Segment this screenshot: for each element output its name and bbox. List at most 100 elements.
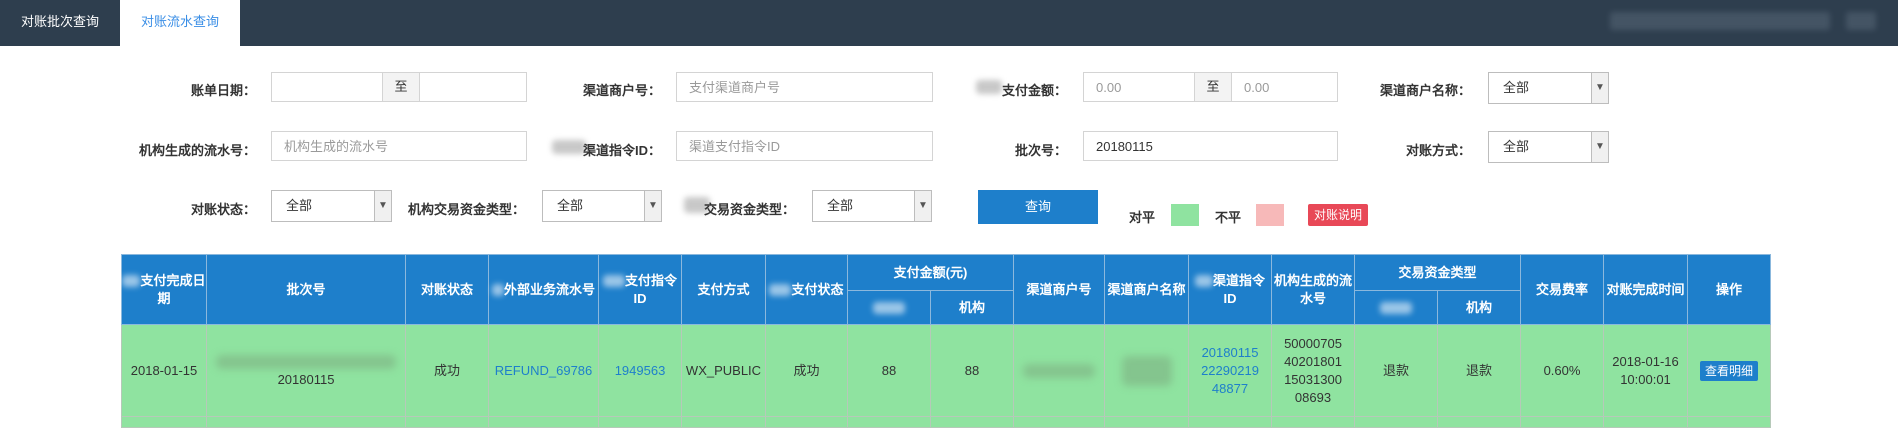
redacted-text (769, 284, 792, 297)
th-recon-done-time: 对账完成时间 (1603, 254, 1688, 325)
th-batch-no: 批次号 (206, 254, 406, 325)
bill-date-start-input[interactable] (271, 72, 383, 102)
recon-serial-table: 支付完成日期 批次号 对账状态 外部业务流水号 支付指令ID 支付方式 支付状态… (121, 254, 1771, 428)
org-fund-type-value: 全部 (557, 198, 584, 213)
org-fund-type-select[interactable]: 全部 ▼ (542, 190, 662, 222)
channel-merchant-name-label: 渠道商户名称： (1379, 83, 1471, 98)
th-pay-cmd-id-label: 支付指令ID (624, 272, 677, 306)
th-channel-merchant-name: 渠道商户名称 (1104, 254, 1189, 325)
recon-explain-button[interactable]: 对账说明 (1308, 204, 1368, 226)
redacted-text (1194, 275, 1213, 288)
cell-channel-merchant-no (1013, 324, 1105, 417)
redacted-text (1121, 355, 1172, 386)
th-pay-method: 支付方式 (681, 254, 766, 325)
cell-ext-serial[interactable]: REFUND_69786 (488, 324, 599, 417)
recon-status-select[interactable]: 全部 ▼ (271, 190, 392, 222)
th-pay-amount: 支付金额(元) (847, 254, 1014, 291)
th-pay-status-label: 支付状态 (791, 281, 844, 297)
cell-pay-done-date: 2018-01-15 (121, 324, 207, 417)
table-row (121, 416, 1771, 428)
cell-batch-no-value: 20180115 (277, 371, 335, 387)
redacted-text (1380, 302, 1412, 315)
cell-fee-rate: 0.60% (1520, 324, 1604, 417)
th-pay-done-date: 支付完成日期 (121, 254, 207, 325)
org-serial-no-label: 机构生成的流水号： (138, 143, 256, 158)
chevron-down-icon: ▼ (374, 191, 391, 221)
redacted-text (491, 284, 504, 297)
recon-status-value: 全部 (286, 198, 313, 213)
cell-fund-type-a: 退款 (1354, 324, 1438, 417)
th-channel-cmd-id: 渠道指令ID (1188, 254, 1272, 325)
th-ext-serial: 外部业务流水号 (488, 254, 599, 325)
user-icon-redacted (1846, 12, 1876, 30)
cell-amount-org: 88 (930, 324, 1014, 417)
th-fund-type-redacted (1354, 290, 1438, 325)
ext-serial-link[interactable]: REFUND_69786 (495, 363, 593, 378)
cell-channel-cmd-id[interactable]: 2018011522290219 48877 (1188, 324, 1272, 417)
top-nav-bar: 对账批次查询 对账流水查询 (0, 0, 1898, 46)
legend-match-label: 对平 (1129, 210, 1156, 225)
recon-method-select[interactable]: 全部 ▼ (1488, 131, 1609, 163)
org-fund-type-label: 机构交易资金类型： (407, 202, 525, 217)
pay-amount-to-separator: 至 (1195, 72, 1231, 102)
chevron-down-icon: ▼ (1591, 132, 1608, 162)
tab-recon-batch-query[interactable]: 对账批次查询 (0, 0, 120, 46)
fund-type-label: 交易资金类型： (703, 202, 795, 217)
pay-amount-max-input[interactable] (1231, 72, 1338, 102)
pay-amount-min-input[interactable] (1083, 72, 1195, 102)
cell-recon-status: 成功 (405, 324, 489, 417)
org-serial-value: 5000070540201801 1503130008693 (1284, 335, 1342, 405)
recon-status-label: 对账状态： (190, 202, 256, 217)
redacted-text (1023, 364, 1095, 379)
th-ext-serial-label: 外部业务流水号 (503, 281, 595, 297)
th-pay-amount-redacted (847, 290, 931, 325)
legend-mismatch-swatch (1256, 204, 1284, 226)
recon-method-value: 全部 (1503, 139, 1530, 154)
channel-cmd-id-label: 渠道指令ID： (582, 143, 661, 158)
recon-done-time-value: 2018-01-16 10:00:01 (1612, 353, 1679, 387)
th-fund-type-org: 机构 (1437, 290, 1521, 325)
chevron-down-icon: ▼ (914, 191, 931, 221)
cell-pay-method: WX_PUBLIC (681, 324, 766, 417)
cell-org-serial: 5000070540201801 1503130008693 (1271, 324, 1355, 417)
th-channel-merchant-no: 渠道商户号 (1013, 254, 1105, 325)
channel-merchant-no-input[interactable] (676, 72, 933, 102)
batch-no-input[interactable] (1083, 131, 1338, 161)
fund-type-select[interactable]: 全部 ▼ (812, 190, 932, 222)
chevron-down-icon: ▼ (1591, 73, 1608, 103)
recon-method-label: 对账方式： (1405, 143, 1471, 158)
redacted-text (122, 275, 141, 288)
legend-match-swatch (1171, 204, 1199, 226)
channel-merchant-name-value: 全部 (1503, 80, 1530, 95)
cell-amount-a: 88 (847, 324, 931, 417)
cell-channel-merchant-name (1104, 324, 1189, 417)
channel-merchant-no-label: 渠道商户号： (582, 83, 661, 98)
pay-amount-label: 支付金额： (1001, 83, 1067, 98)
channel-cmd-id-link[interactable]: 2018011522290219 48877 (1198, 344, 1262, 398)
th-org-serial: 机构生成的流水号 (1271, 254, 1355, 325)
th-fee-rate: 交易费率 (1520, 254, 1604, 325)
cell-fund-type-org: 退款 (1437, 324, 1521, 417)
org-serial-no-input[interactable] (271, 131, 527, 161)
channel-merchant-name-select[interactable]: 全部 ▼ (1488, 72, 1609, 104)
th-fund-type: 交易资金类型 (1354, 254, 1521, 291)
pay-cmd-id-link[interactable]: 1949563 (615, 363, 666, 378)
th-pay-done-date-label: 支付完成日期 (140, 272, 206, 306)
cell-pay-cmd-id[interactable]: 1949563 (598, 324, 682, 417)
th-operation: 操作 (1687, 254, 1771, 325)
user-info-redacted (1610, 12, 1830, 30)
table-row: 2018-01-15 20180115 成功 REFUND_69786 1949… (121, 324, 1771, 417)
bill-date-label: 账单日期： (190, 83, 256, 98)
cell-recon-done-time: 2018-01-16 10:00:01 (1603, 324, 1688, 417)
cell-pay-status: 成功 (765, 324, 848, 417)
query-button[interactable]: 查询 (978, 190, 1098, 224)
th-pay-amount-org: 机构 (930, 290, 1014, 325)
view-detail-button[interactable]: 查看明细 (1699, 360, 1758, 381)
redacted-text (216, 355, 396, 370)
chevron-down-icon: ▼ (644, 191, 661, 221)
bill-date-end-input[interactable] (419, 72, 527, 102)
th-pay-status: 支付状态 (765, 254, 848, 325)
channel-cmd-id-input[interactable] (676, 131, 933, 161)
tab-recon-serial-query[interactable]: 对账流水查询 (120, 0, 240, 46)
cell-operation: 查看明细 (1687, 324, 1771, 417)
